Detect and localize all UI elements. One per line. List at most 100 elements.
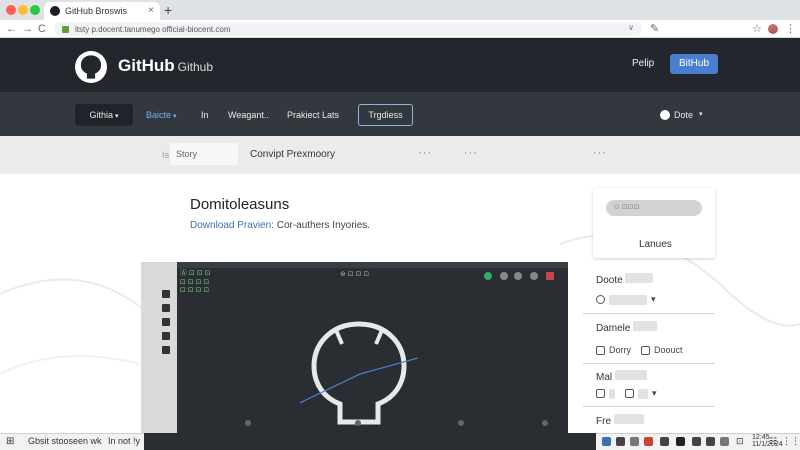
account-icon [660,110,670,120]
nav-explore-dropdown[interactable]: Githia ▾ [75,104,133,126]
nav-topics-dropdown[interactable]: Baicte ▾ [146,104,177,126]
placeholder-chip [638,388,648,399]
content-toolbar-title: Convipt Prexmoory [250,149,336,160]
minimize-window-button[interactable] [18,5,28,15]
tray-app-icon[interactable] [660,437,669,446]
document-icon [641,345,650,355]
sidebar-section-label: Damele [596,323,631,334]
sidebar-section-label: Doote [596,275,623,286]
sidebar-row-label: Doouct [654,345,683,355]
maximize-window-button[interactable] [30,5,40,15]
tray-app-icon[interactable] [616,437,625,446]
notifications-icon[interactable]: ☷ [769,436,777,447]
profile-avatar[interactable] [768,24,778,34]
page-subtitle-text: Cor-authers Inyories. [273,220,371,231]
preview-node-icon [355,420,361,426]
tray-app-icon[interactable] [706,437,715,446]
site-brand[interactable]: GitHub Github [118,56,213,76]
language-indicator[interactable]: ⊡ [736,436,744,447]
sidebar-row[interactable]: ▾ [596,294,656,305]
nav-in[interactable]: In [201,104,209,126]
chevron-down-icon[interactable]: ∨ [628,23,634,32]
placeholder-chip [625,273,654,283]
show-desktop-icon[interactable]: ⋮⋮ [782,436,800,447]
tray-app-icon[interactable] [692,437,701,446]
github-octocat-logo-icon[interactable] [74,50,108,84]
preview-close-icon [546,272,554,280]
placeholder-chip [609,294,647,305]
sidebar-row[interactable]: ▾ [596,388,657,399]
preview-tool-icon [162,304,170,312]
placeholder-chip [609,388,615,399]
github-favicon-icon [50,6,60,16]
tray-app-icon[interactable] [720,437,729,446]
preview-header-label: ⊛ ⊡ ⊡ ⊡ [340,271,370,278]
login-link[interactable]: Pelip [632,58,654,69]
nav-account-menu[interactable]: Dote ▾ [660,104,703,126]
download-preview-link[interactable]: Download Pravien: [190,220,274,231]
sidebar-row-label: Dorry [609,345,631,355]
chevron-down-icon: ▾ [652,388,657,398]
breadcrumb-marker: Is [162,150,170,160]
close-window-button[interactable] [6,5,16,15]
placeholder-chip [613,414,644,424]
signup-button[interactable]: BitHub [670,54,718,74]
edit-icon[interactable]: ✎ [650,22,659,36]
sidebar-divider [583,313,715,314]
tray-app-icon[interactable] [630,437,639,446]
taskbar-app[interactable]: In not !y [108,436,140,446]
tray-app-icon[interactable] [602,437,611,446]
tab-close-icon[interactable]: × [148,6,154,16]
folder-icon [625,389,634,398]
content-toolbar [0,136,800,174]
tray-app-icon[interactable] [644,437,653,446]
tray-app-icon[interactable] [676,437,685,446]
preview-node-icon [542,420,548,426]
nav-topics-label: Baicte [146,110,172,120]
taskbar-window-strip [144,433,596,450]
browser-tab[interactable]: GitHub Broswis × [44,2,160,20]
new-tab-button[interactable]: + [164,3,172,17]
more-options-icon[interactable]: ··· [593,147,607,159]
sidebar-section-title: Doote [596,273,654,286]
taskbar-app[interactable]: Gbsit stooseen wk [28,436,102,446]
placeholder-chip [633,321,658,331]
browser-menu-icon[interactable]: ⋮ [785,22,796,36]
forward-icon[interactable]: → [22,22,33,36]
nav-projects[interactable]: Prakiect Lats [287,104,339,126]
back-icon[interactable]: ← [6,22,17,36]
clock-icon [596,295,605,304]
nav-widgets[interactable]: Weagant.. [228,104,269,126]
story-search-field[interactable]: Story [170,143,238,165]
start-menu-icon[interactable]: ⊞ [6,436,14,447]
preview-toolbar-line: ⊡ ⊡ ⊡ ⊡ [180,279,210,286]
nav-account-label: Dote [674,110,694,120]
system-clock[interactable]: 12:45 11/1/2024 [752,434,783,448]
reload-icon[interactable]: C [38,22,46,36]
octocat-outline-icon [300,321,418,425]
clock-date: 11/1/2024 [752,441,783,448]
brand-name: GitHub [118,56,175,75]
sidebar-divider [583,363,715,364]
preview-action-icon [500,272,508,280]
preview-tool-icon [162,332,170,340]
tab-title: GitHub Broswis [65,6,128,16]
bookmark-star-icon[interactable]: ☆ [752,22,762,36]
preview-tool-icon [162,318,170,326]
clock-time: 12:45 [752,434,770,441]
preview-node-icon [458,420,464,426]
chevron-down-icon: ▾ [115,113,119,120]
sidebar-section-title: Damele [596,321,658,334]
nav-explore-label: Githia [89,110,113,120]
address-bar[interactable]: itsty p.docent.tanumego official-biocent… [54,22,642,36]
sidebar-section-title: Fre [596,414,644,427]
sidebar-row[interactable]: Dorry Doouct [596,345,683,355]
preview-tool-icon [162,346,170,354]
more-options-icon[interactable]: ··· [418,147,432,159]
more-options-icon[interactable]: ··· [464,147,478,159]
sidebar-search-pill[interactable]: ⊙ ⊡⊡⊡ [606,200,702,216]
preview-action-icon [514,272,522,280]
chevron-down-icon: ▾ [699,111,703,118]
nav-teams-button[interactable]: Trgdiess [358,104,413,126]
sidebar-card-label: Lanues [639,239,672,250]
